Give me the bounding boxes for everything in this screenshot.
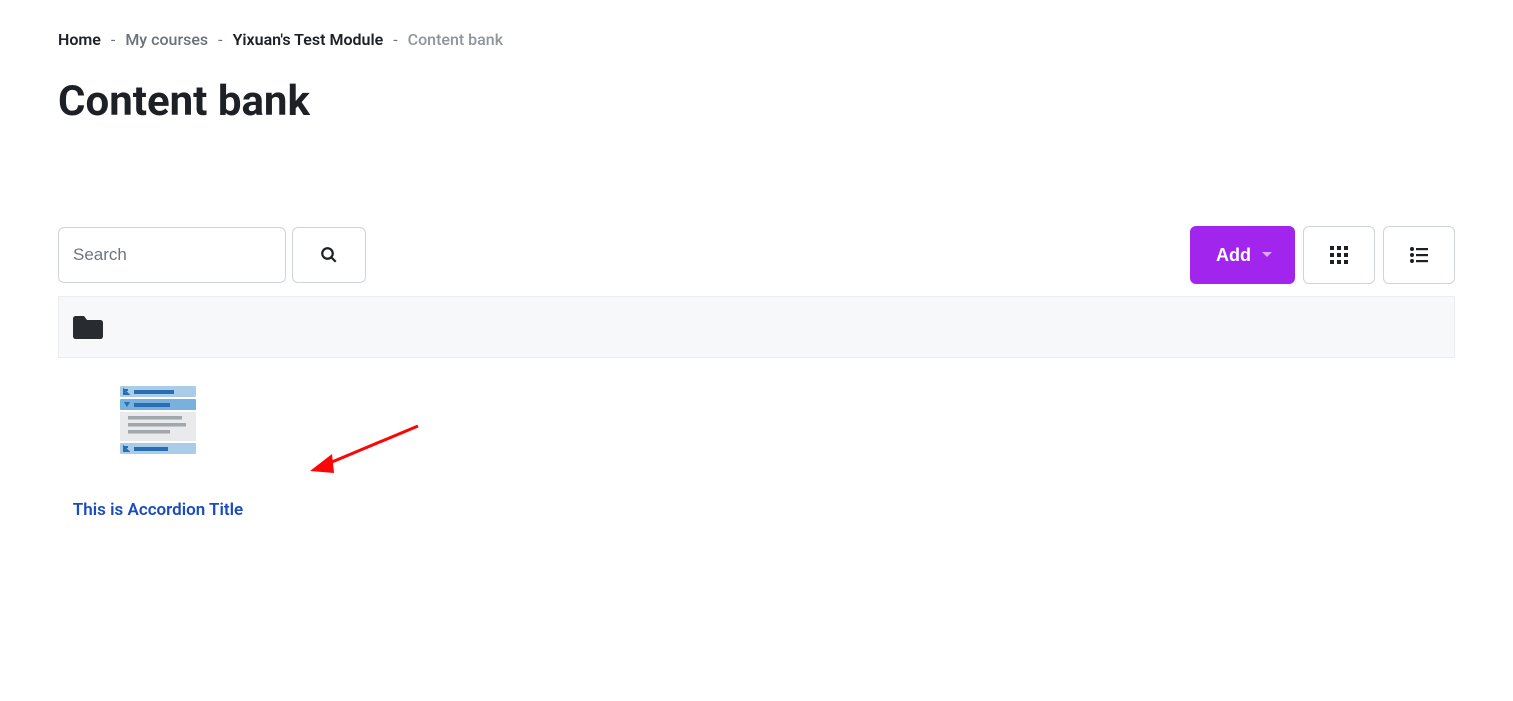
breadcrumb-sep: - — [218, 30, 222, 49]
folder-path-bar — [58, 296, 1455, 358]
toolbar: Add — [58, 226, 1455, 284]
breadcrumb-module[interactable]: Yixuan's Test Module — [233, 30, 384, 49]
add-button-label: Add — [1216, 245, 1251, 266]
grid-view-button[interactable] — [1303, 226, 1375, 284]
content-item[interactable]: This is Accordion Title — [58, 386, 258, 529]
accordion-icon — [88, 386, 228, 456]
list-view-button[interactable] — [1383, 226, 1455, 284]
breadcrumb-sep: - — [393, 30, 397, 49]
page-title: Content bank — [58, 77, 1455, 126]
caret-down-icon — [1261, 251, 1273, 259]
breadcrumb: Home - My courses - Yixuan's Test Module… — [58, 30, 1455, 49]
annotation-arrow — [308, 421, 428, 481]
breadcrumb-sep: - — [111, 30, 115, 49]
search-input[interactable] — [58, 227, 286, 283]
content-grid: This is Accordion Title — [58, 386, 1455, 529]
breadcrumb-mycourses[interactable]: My courses — [125, 30, 208, 49]
breadcrumb-home[interactable]: Home — [58, 30, 101, 49]
folder-icon[interactable] — [73, 315, 1440, 339]
search-button[interactable] — [292, 227, 366, 283]
content-item-title: This is Accordion Title — [58, 492, 258, 529]
grid-icon — [1330, 246, 1348, 264]
search-icon — [320, 246, 338, 264]
add-button[interactable]: Add — [1190, 226, 1295, 284]
list-icon — [1410, 247, 1428, 263]
breadcrumb-current: Content bank — [408, 30, 503, 49]
